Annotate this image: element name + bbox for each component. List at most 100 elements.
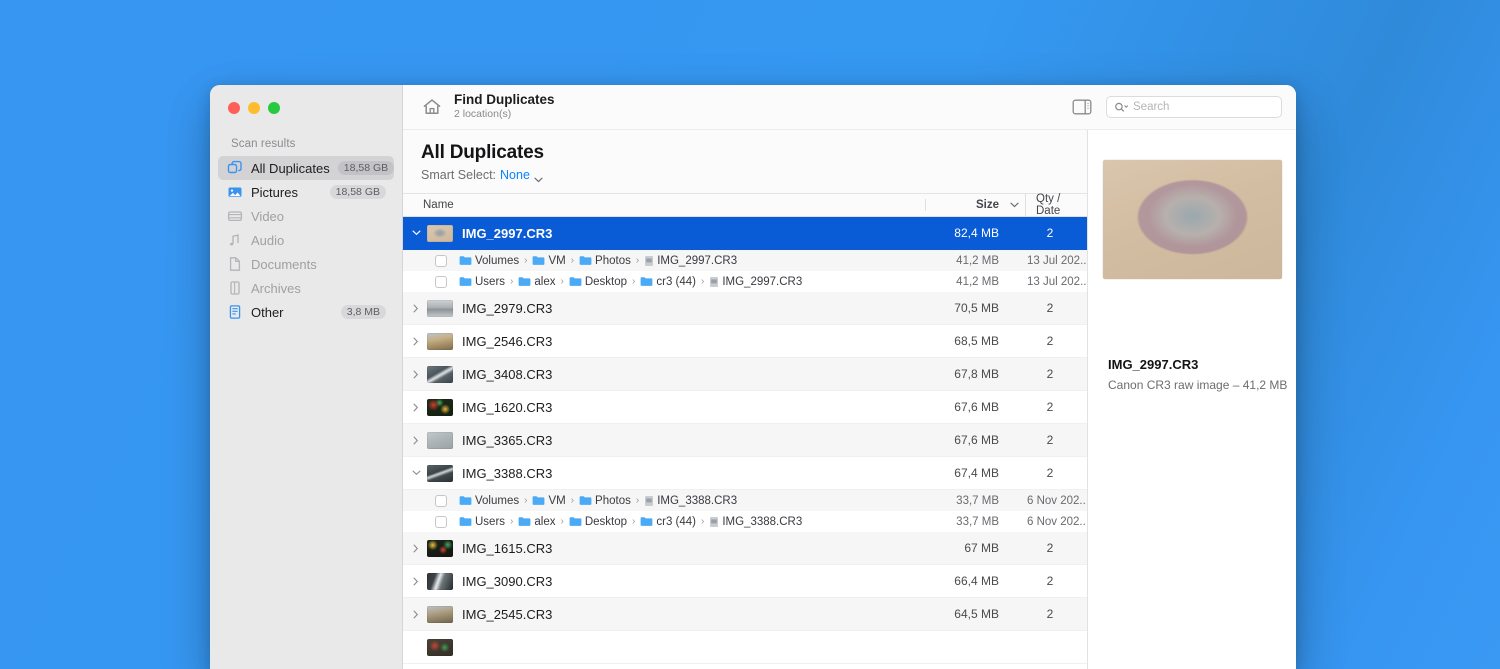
chevron-down-icon <box>534 172 543 178</box>
page-heading-block: All Duplicates Smart Select: None <box>403 130 1087 193</box>
table-row-child[interactable]: Volumes › VM › Photos › IMG_2997.CR3 <box>403 250 1087 271</box>
path-segment: Volumes <box>475 255 519 267</box>
table-header: Name Size Qty / Date <box>403 193 1087 217</box>
disclosure-collapsed-icon[interactable] <box>409 544 423 553</box>
audio-icon <box>227 232 243 248</box>
sidebar-item-label: Audio <box>251 233 386 248</box>
disclosure-collapsed-icon[interactable] <box>409 577 423 586</box>
sort-descending-icon[interactable] <box>1003 202 1025 208</box>
sidebar-item-pictures[interactable]: Pictures 18,58 GB <box>218 180 394 204</box>
disclosure-collapsed-icon[interactable] <box>409 304 423 313</box>
file-thumbnail <box>427 606 453 623</box>
minimize-button[interactable] <box>248 102 260 114</box>
home-icon[interactable] <box>421 96 443 118</box>
disclosure-collapsed-icon[interactable] <box>409 610 423 619</box>
row-name-cell: IMG_3090.CR3 <box>403 573 925 590</box>
disclosure-collapsed-icon[interactable] <box>409 337 423 346</box>
search-input[interactable]: Search <box>1106 96 1282 118</box>
path-segment: alex <box>534 516 555 528</box>
disclosure-expanded-icon[interactable] <box>409 470 423 476</box>
file-thumbnail <box>427 639 453 656</box>
row-path-cell: Volumes › VM › Photos › IMG_2997.CR3 <box>403 255 925 267</box>
table-row[interactable]: IMG_3090.CR3 66,4 MB 2 <box>403 565 1087 598</box>
folder-icon <box>459 516 472 527</box>
sidebar-item-other[interactable]: Other 3,8 MB <box>218 300 394 324</box>
row-size: 67 MB <box>925 541 1003 555</box>
file-name: IMG_2979.CR3 <box>462 301 552 316</box>
toolbar-title: Find Duplicates <box>454 92 555 108</box>
disclosure-collapsed-icon[interactable] <box>409 403 423 412</box>
table-row[interactable]: IMG_2546.CR3 68,5 MB 2 <box>403 325 1087 358</box>
table-row[interactable]: IMG_3388.CR3 67,4 MB 2 <box>403 457 1087 490</box>
sidebar-list: All Duplicates 18,58 GB Pictures 18,58 G… <box>210 156 402 324</box>
row-size: 82,4 MB <box>925 226 1003 240</box>
row-size: 41,2 MB <box>925 255 1003 267</box>
disclosure-collapsed-icon[interactable] <box>409 370 423 379</box>
path-separator-icon: › <box>701 516 704 527</box>
row-size: 67,6 MB <box>925 433 1003 447</box>
path-separator-icon: › <box>636 255 639 266</box>
table-row[interactable]: IMG_3365.CR3 67,6 MB 2 <box>403 424 1087 457</box>
maximize-button[interactable] <box>268 102 280 114</box>
row-checkbox[interactable] <box>435 495 447 507</box>
table-row[interactable]: IMG_2997.CR3 82,4 MB 2 <box>403 217 1087 250</box>
file-thumbnail <box>427 333 453 350</box>
path-separator-icon: › <box>632 516 635 527</box>
row-checkbox[interactable] <box>435 516 447 528</box>
row-name-cell: IMG_1620.CR3 <box>403 399 925 416</box>
disclosure-collapsed-icon[interactable] <box>409 436 423 445</box>
sidebar-item-archives[interactable]: Archives <box>218 276 394 300</box>
file-name: IMG_3408.CR3 <box>462 367 552 382</box>
column-header-qty-date[interactable]: Qty / Date <box>1025 193 1087 217</box>
disclosure-expanded-icon[interactable] <box>409 230 423 236</box>
sidebar-panel-toggle-icon[interactable] <box>1072 99 1092 115</box>
close-button[interactable] <box>228 102 240 114</box>
row-qty: 2 <box>1025 334 1087 348</box>
toolbar-subtitle: 2 location(s) <box>454 108 555 122</box>
column-header-name[interactable]: Name <box>403 199 925 211</box>
pictures-icon <box>227 184 243 200</box>
folder-icon <box>640 276 653 287</box>
sidebar-item-documents[interactable]: Documents <box>218 252 394 276</box>
table-row-child[interactable]: Volumes › VM › Photos › IMG_3388.CR3 <box>403 490 1087 511</box>
file-path: Volumes › VM › Photos › IMG_3388.CR3 <box>459 495 737 507</box>
folder-icon <box>459 255 472 266</box>
table-row-child[interactable]: Users › alex › Desktop › cr3 (44) › <box>403 271 1087 292</box>
row-qty: 2 <box>1025 301 1087 315</box>
duplicates-table-body[interactable]: IMG_2997.CR3 82,4 MB 2 Volumes <box>403 217 1087 669</box>
table-row[interactable]: IMG_1615.CR3 67 MB 2 <box>403 532 1087 565</box>
file-path: Users › alex › Desktop › cr3 (44) › <box>459 516 802 528</box>
smart-select-control[interactable]: Smart Select: None <box>421 168 1087 182</box>
table-row[interactable]: IMG_1620.CR3 67,6 MB 2 <box>403 391 1087 424</box>
folder-icon <box>518 516 531 527</box>
path-segment: VM <box>548 255 565 267</box>
sidebar-item-all-duplicates[interactable]: All Duplicates 18,58 GB <box>218 156 394 180</box>
path-segment: cr3 (44) <box>656 516 696 528</box>
file-thumbnail <box>427 465 453 482</box>
table-row-child[interactable]: Users › alex › Desktop › cr3 (44) › <box>403 511 1087 532</box>
row-date: 13 Jul 202.. <box>1025 276 1087 288</box>
toolbar: Find Duplicates 2 location(s) Search <box>403 85 1296 130</box>
sidebar-item-audio[interactable]: Audio <box>218 228 394 252</box>
table-row[interactable]: IMG_3408.CR3 67,8 MB 2 <box>403 358 1087 391</box>
row-name-cell: IMG_2979.CR3 <box>403 300 925 317</box>
folder-icon <box>640 516 653 527</box>
sidebar-item-badge: 3,8 MB <box>341 305 386 320</box>
smart-select-value: None <box>500 168 530 182</box>
table-row-partial[interactable] <box>403 631 1087 664</box>
row-size: 67,6 MB <box>925 400 1003 414</box>
video-icon <box>227 208 243 224</box>
sidebar-item-label: Video <box>251 209 386 224</box>
row-checkbox[interactable] <box>435 276 447 288</box>
table-row[interactable]: IMG_2545.CR3 64,5 MB 2 <box>403 598 1087 631</box>
column-header-size[interactable]: Size <box>925 199 1003 211</box>
row-name-cell: IMG_2545.CR3 <box>403 606 925 623</box>
row-qty: 2 <box>1025 541 1087 555</box>
sidebar-item-video[interactable]: Video <box>218 204 394 228</box>
file-thumbnail <box>427 399 453 416</box>
folder-icon <box>569 516 582 527</box>
toolbar-titles: Find Duplicates 2 location(s) <box>454 92 555 122</box>
row-checkbox[interactable] <box>435 255 447 267</box>
table-row[interactable]: IMG_2979.CR3 70,5 MB 2 <box>403 292 1087 325</box>
row-qty: 2 <box>1025 367 1087 381</box>
